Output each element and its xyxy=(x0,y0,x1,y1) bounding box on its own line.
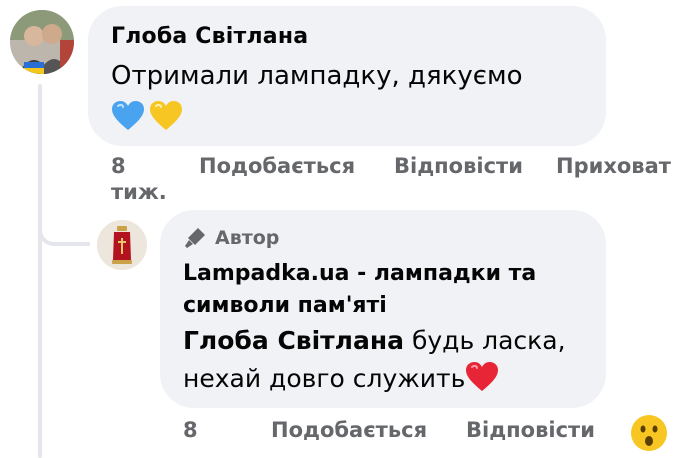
blue-heart-icon xyxy=(112,101,144,130)
surprised-reaction-icon[interactable] xyxy=(630,414,668,452)
user-photo-icon xyxy=(10,10,74,74)
comment-author[interactable]: Глоба Світлана xyxy=(111,24,308,49)
reply-author[interactable]: Lampadka.ua - лампадки та символи пам'ят… xyxy=(183,258,593,322)
avatar[interactable] xyxy=(10,10,74,74)
yellow-heart-icon xyxy=(150,101,182,130)
hide-button[interactable]: Приховат xyxy=(556,154,671,178)
comment-text: Отримали лампадку, дякуємо xyxy=(111,61,523,91)
thread-line xyxy=(38,84,42,458)
comment-thread: Глоба Світлана Отримали лампадку, дякуєм… xyxy=(0,0,676,458)
author-badge-label: Автор xyxy=(215,227,280,249)
reply-text: Глоба Світлана будь ласка, нехай довго с… xyxy=(183,322,593,398)
comment-emojis xyxy=(111,100,183,134)
author-badge: Автор xyxy=(183,226,279,250)
thread-branch-line xyxy=(38,200,90,246)
like-button[interactable]: Подобається xyxy=(199,154,355,178)
reply-button[interactable]: Відповісти xyxy=(466,418,595,442)
microphone-icon xyxy=(185,228,205,248)
comment-time[interactable]: 8 xyxy=(111,154,126,178)
like-button[interactable]: Подобається xyxy=(271,418,427,442)
comment-time-unit[interactable]: тиж. xyxy=(111,180,167,204)
mention-link[interactable]: Глоба Світлана xyxy=(183,326,404,355)
page-avatar[interactable] xyxy=(97,220,147,270)
red-heart-icon xyxy=(466,362,499,391)
lamp-logo-icon xyxy=(97,220,147,270)
reply-time[interactable]: 8 xyxy=(183,418,198,442)
reply-button[interactable]: Відповісти xyxy=(394,154,523,178)
